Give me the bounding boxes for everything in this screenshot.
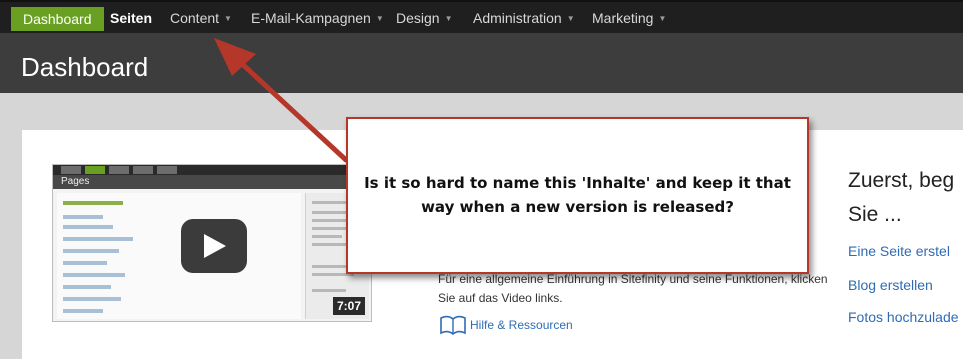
- annotation-text: Is it so hard to name this 'Inhalte' and…: [364, 174, 791, 216]
- screen: Dashboard Seiten Content ▼ E-Mail-Kampagn…: [0, 0, 963, 359]
- annotation-callout: Is it so hard to name this 'Inhalte' and…: [346, 117, 809, 274]
